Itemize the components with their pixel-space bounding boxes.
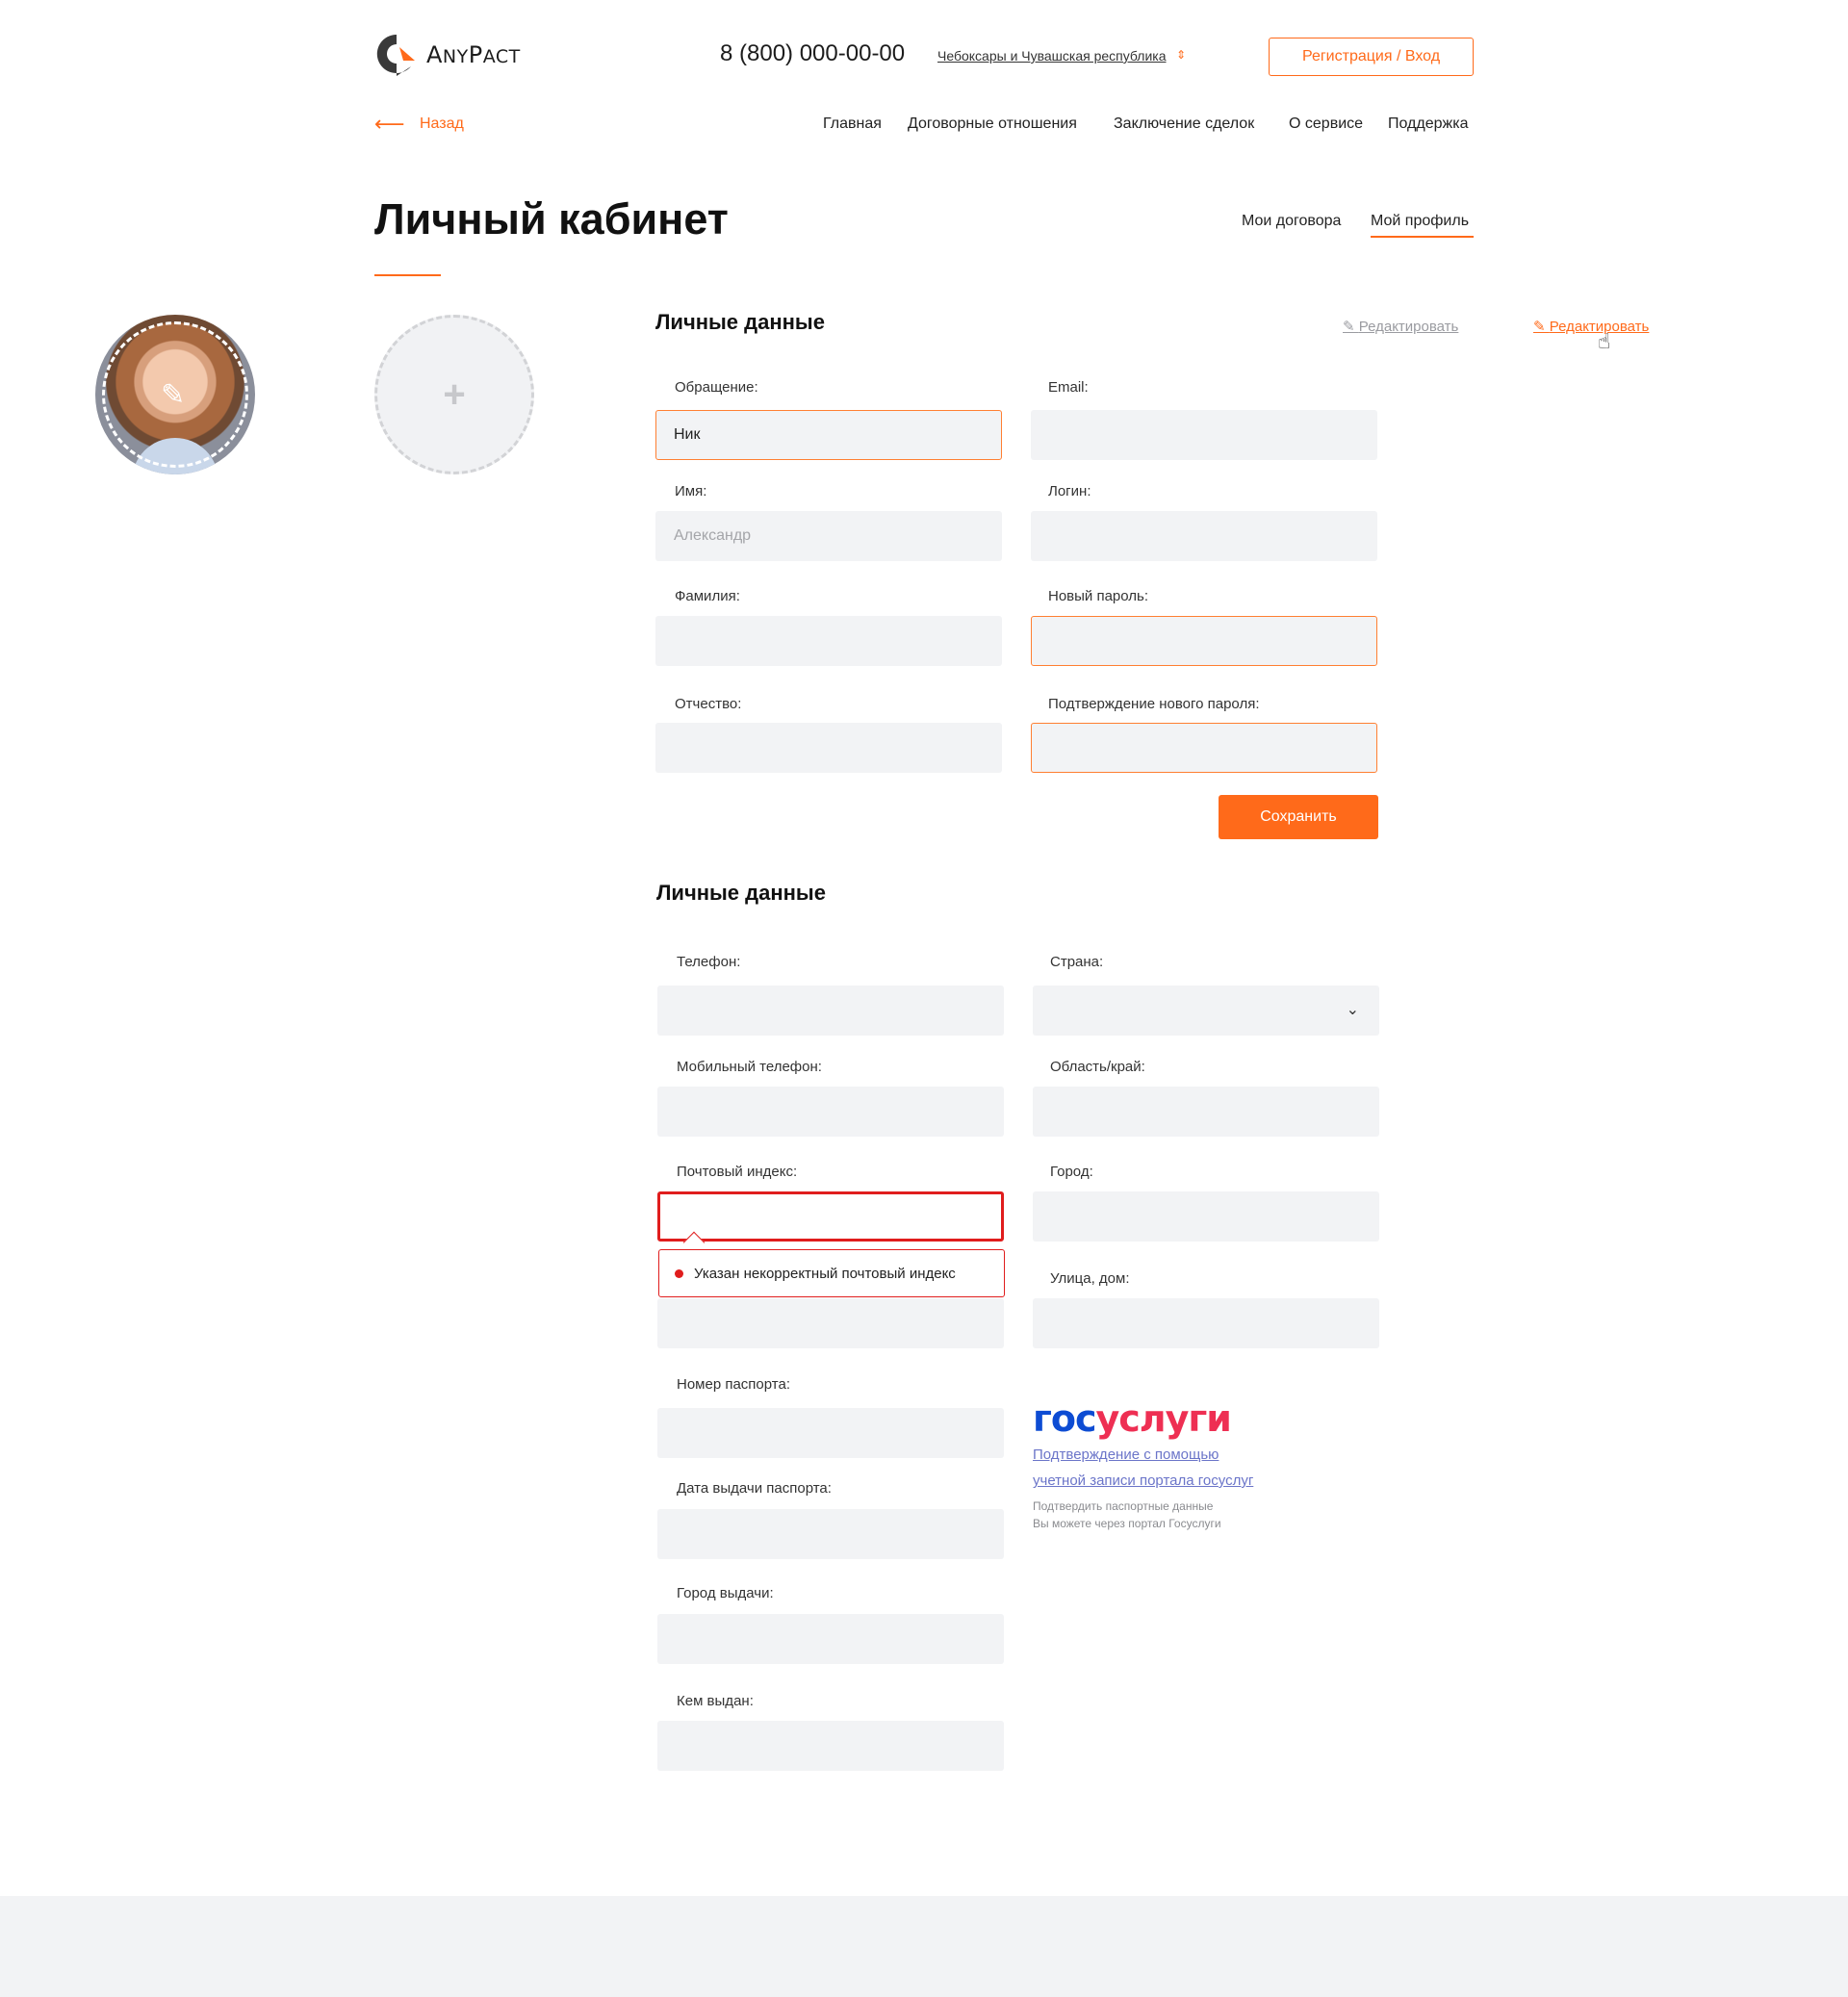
label-login: Логин: [1048,483,1091,499]
footer [0,1896,1848,1997]
nav-item-support[interactable]: Поддержка [1388,115,1468,133]
gosuslugi-note-line1: Подтвердить паспортные данные [1033,1499,1214,1513]
new-password-input[interactable] [1031,616,1377,666]
mobile-input[interactable] [657,1087,1004,1137]
label-city: Город: [1050,1164,1093,1180]
email-input[interactable] [1031,410,1377,460]
label-new-password: Новый пароль: [1048,588,1149,604]
label-patronymic: Отчество: [675,696,742,712]
plus-icon: + [443,372,466,416]
gosuslugi-note-line2: Вы можете через портал Госуслуги [1033,1517,1221,1530]
pencil-icon: ✎ [1533,319,1550,335]
nav-item-contracts[interactable]: Договорные отношения [908,115,1077,133]
logo[interactable]: ANYPACT [374,31,538,79]
label-email: Email: [1048,379,1089,396]
logo-text: ANYPACT [426,41,521,68]
confirm-password-input[interactable] [1031,723,1377,773]
chevron-down-icon: ⌄ [1346,1002,1359,1018]
logo-icon [376,34,415,76]
nav-item-home[interactable]: Главная [823,115,882,133]
page-title: Личный кабинет [374,194,729,243]
label-passport-number: Номер паспорта: [677,1376,790,1393]
active-tab-indicator [1371,236,1474,238]
city-input[interactable] [1033,1191,1379,1242]
passport-number-input[interactable] [657,1408,1004,1458]
tab-my-contracts[interactable]: Мои договора [1242,213,1341,230]
save-button[interactable]: Сохранить [1219,795,1378,839]
label-confirm-password: Подтверждение нового пароля: [1048,696,1260,712]
gosuslugi-logo: госуслуги [1033,1397,1232,1440]
issue-city-input[interactable] [657,1614,1004,1664]
tab-my-profile[interactable]: Мой профиль [1371,213,1469,230]
label-passport-date: Дата выдачи паспорта: [677,1480,832,1497]
title-underline [374,274,441,276]
label-mobile: Мобильный телефон: [677,1059,822,1075]
label-name: Имя: [675,483,707,499]
street-input[interactable] [1033,1298,1379,1348]
avatar-photo[interactable]: ✎ [95,315,255,474]
issued-by-input[interactable] [657,1721,1004,1771]
nav-item-deals[interactable]: Заключение сделок [1114,115,1254,133]
patronymic-input[interactable] [655,723,1002,773]
country-select[interactable]: ⌄ [1033,986,1379,1036]
label-region: Область/край: [1050,1059,1145,1075]
gosuslugi-link-line2[interactable]: учетной записи портала госуслуг [1033,1472,1253,1489]
label-street: Улица, дом: [1050,1270,1130,1287]
label-postal: Почтовый индекс: [677,1164,798,1180]
region-selector[interactable]: Чебоксары и Чувашская республика [937,48,1167,64]
phone-input[interactable] [657,986,1004,1036]
avatar-upload[interactable]: + [374,315,534,474]
hand-cursor-icon: ☝ [1598,329,1611,353]
label-surname: Фамилия: [675,588,740,604]
back-arrow-icon[interactable]: ⟵ [374,112,405,137]
label-issue-city: Город выдачи: [677,1585,774,1601]
section-title-personal: Личные данные [655,310,825,334]
surname-input[interactable] [655,616,1002,666]
gosuslugi-link-line1[interactable]: Подтверждение с помощью [1033,1447,1219,1463]
login-input[interactable] [1031,511,1377,561]
register-login-button[interactable]: Регистрация / Вход [1269,38,1474,76]
back-link[interactable]: Назад [420,115,464,133]
label-country: Страна: [1050,954,1104,970]
postal-input[interactable] [657,1191,1004,1242]
nav-item-about[interactable]: О сервисе [1289,115,1363,133]
section-title-personal-2: Личные данные [656,881,826,905]
postal-hidden-input[interactable] [657,1298,1004,1348]
name-input[interactable]: Александр [655,511,1002,561]
passport-date-input[interactable] [657,1509,1004,1559]
pencil-icon: ✎ [1343,319,1359,335]
postal-error-tooltip: Указан некорректный почтовый индекс [658,1249,1005,1297]
edit-link[interactable]: ✎ Редактировать [1343,318,1458,335]
salutation-input[interactable]: Ник [655,410,1002,460]
phone-number[interactable]: 8 (800) 000-00-00 [720,40,905,67]
region-caret-icon[interactable]: ⇕ [1176,48,1186,62]
label-phone: Телефон: [677,954,741,970]
label-salutation: Обращение: [675,379,758,396]
edit-link-hover[interactable]: ✎ Редактировать [1533,318,1649,335]
region-input[interactable] [1033,1087,1379,1137]
label-issued-by: Кем выдан: [677,1693,754,1709]
pencil-icon[interactable]: ✎ [161,378,185,412]
error-dot-icon [675,1269,683,1278]
